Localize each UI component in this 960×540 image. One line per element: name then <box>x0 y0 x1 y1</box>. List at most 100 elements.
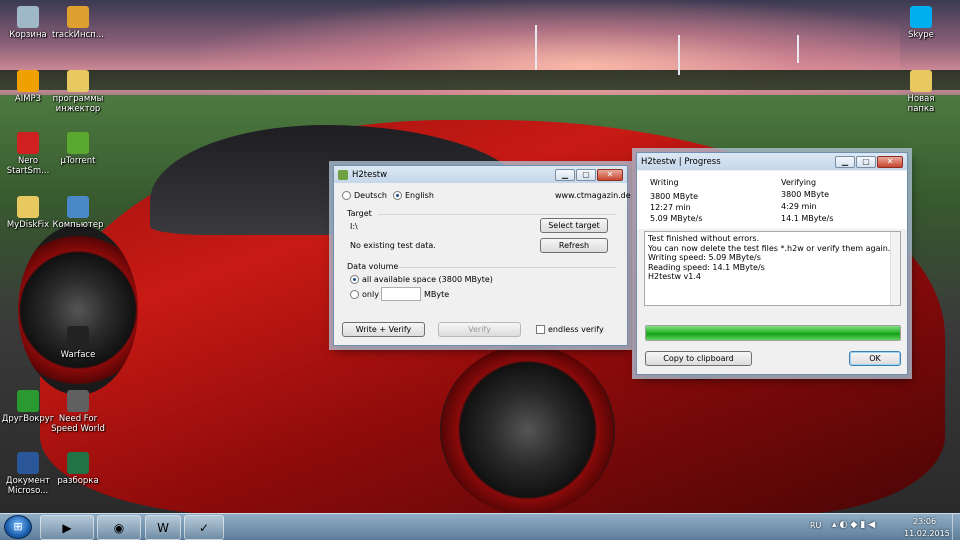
folder-icon <box>910 70 932 92</box>
desktop-icon-label: AIMP3 <box>14 94 42 104</box>
only-mbyte-input[interactable] <box>381 287 421 301</box>
nero-icon <box>17 132 39 154</box>
skype-icon <box>910 6 932 28</box>
chrome-icon: ◉ <box>113 521 125 535</box>
clock-date[interactable]: 11.02.2015 <box>904 529 950 540</box>
word-doc-icon <box>17 452 39 474</box>
folder-icon <box>17 196 39 218</box>
wallpaper-car-rear-wheel <box>18 225 138 395</box>
lang-english-radio[interactable] <box>393 191 402 200</box>
computer-icon <box>67 196 89 218</box>
writing-size: 3800 MByte <box>650 192 699 201</box>
tray-app-icon[interactable]: ◐ <box>840 520 851 530</box>
writing-time: 12:27 min <box>650 203 691 212</box>
desktop-icon[interactable]: MyDiskFix <box>0 196 56 230</box>
minimize-button[interactable]: ▁ <box>835 155 855 168</box>
desktop-icon[interactable]: Корзина <box>0 6 56 40</box>
lang-english-label[interactable]: English <box>405 191 434 200</box>
maximize-button[interactable]: ▢ <box>576 168 596 181</box>
endless-verify-checkbox[interactable] <box>536 325 545 334</box>
desktop-icon[interactable]: AIMP3 <box>0 70 56 104</box>
h2testw-window: H2testw ▁ ▢ ✕ Deutsch English www.ctmaga… <box>333 165 631 346</box>
taskbar-app-word[interactable]: W <box>145 515 181 540</box>
shortcut-icon <box>67 6 89 28</box>
only-radio[interactable] <box>350 290 359 299</box>
log-line: H2testw v1.4 <box>648 272 702 282</box>
taskbar-app-media-player[interactable]: ▶ <box>40 515 94 540</box>
all-space-label[interactable]: all available space (3800 MByte) <box>362 275 493 284</box>
site-link[interactable]: www.ctmagazin.de <box>555 191 631 200</box>
only-label[interactable]: only <box>362 290 379 299</box>
progress-window: H2testw | Progress ▁ ▢ ✕ Writing 3800 MB… <box>636 152 908 375</box>
taskbar: ⊞ ▶ ◉ W ✓ RU ▴◐◆▮◀ 23:06 11.02.2015 <box>0 513 960 540</box>
tray-app-icon[interactable]: ◆ <box>850 520 860 530</box>
all-space-radio[interactable] <box>350 275 359 284</box>
taskbar-app-h2testw[interactable]: ✓ <box>184 515 224 540</box>
verifying-size: 3800 MByte <box>781 190 830 199</box>
verifying-label: Verifying <box>781 178 817 187</box>
desktop-icon[interactable]: Nero StartSm... <box>0 132 56 176</box>
log-scrollbar[interactable] <box>890 232 900 305</box>
desktop-icon[interactable]: Warface <box>50 326 106 360</box>
close-button[interactable]: ✕ <box>597 168 623 181</box>
desktop-icon-label: Документ Microso... <box>5 476 51 496</box>
desktop-icon[interactable]: Новая папка <box>893 70 949 114</box>
start-button[interactable]: ⊞ <box>4 515 32 539</box>
refresh-button[interactable]: Refresh <box>540 238 608 253</box>
wind-turbine <box>678 35 680 75</box>
desktop-icon-label: Новая папка <box>907 94 935 114</box>
progress-title: H2testw | Progress <box>641 156 721 167</box>
verify-button[interactable]: Verify <box>438 322 521 337</box>
desktop-icon-label: Корзина <box>9 30 47 40</box>
wind-turbine <box>535 25 537 70</box>
h2testw-app-icon <box>338 169 348 180</box>
result-log[interactable]: Test finished without errors. You can now… <box>644 231 901 306</box>
desktop-icon[interactable]: trackИнсп... <box>50 6 106 40</box>
maximize-button[interactable]: ▢ <box>856 155 876 168</box>
desktop-icon-label: разборка <box>57 476 99 486</box>
ok-button[interactable]: OK <box>849 351 901 366</box>
write-verify-button[interactable]: Write + Verify <box>342 322 425 337</box>
desktop-icon[interactable]: разборка <box>50 452 106 486</box>
lang-deutsch-label[interactable]: Deutsch <box>354 191 387 200</box>
desktop-icon-label: Компьютер <box>52 220 104 230</box>
desktop-icon-label: trackИнсп... <box>52 30 104 40</box>
data-volume-group-label: Data volume <box>347 262 399 271</box>
select-target-button[interactable]: Select target <box>540 218 608 233</box>
taskbar-app-chrome[interactable]: ◉ <box>97 515 141 540</box>
desktop-icon[interactable]: Need For Speed World <box>50 390 106 434</box>
tray-icons: ▴◐◆▮◀ <box>832 520 878 540</box>
close-button[interactable]: ✕ <box>877 155 903 168</box>
progress-bar-fill <box>646 326 900 340</box>
log-line: Test finished without errors. <box>648 234 760 243</box>
desktop-icon[interactable]: Документ Microso... <box>0 452 56 496</box>
h2testw-titlebar[interactable]: H2testw ▁ ▢ ✕ <box>334 166 627 183</box>
wallpaper-treeline <box>0 70 960 90</box>
lang-deutsch-radio[interactable] <box>342 191 351 200</box>
desktop-icon[interactable]: Компьютер <box>50 196 106 230</box>
desktop-icon-label: Need For Speed World <box>51 414 105 434</box>
desktop-icon-label: MyDiskFix <box>6 220 50 230</box>
volume-icon[interactable]: ◀ <box>868 520 878 530</box>
warface-icon <box>67 326 89 348</box>
media-player-icon: ▶ <box>62 521 72 535</box>
desktop-icon[interactable]: Skype <box>893 6 949 40</box>
desktop-icon[interactable]: ДругВокруг <box>0 390 56 424</box>
target-group-divider <box>378 214 616 215</box>
target-path: I:\ <box>350 222 358 231</box>
aimp-icon <box>17 70 39 92</box>
drugvokrug-icon <box>17 390 39 412</box>
show-desktop-button[interactable] <box>952 514 960 540</box>
tray-expand-icon[interactable]: ▴ <box>832 520 840 530</box>
endless-verify-label[interactable]: endless verify <box>548 325 604 334</box>
tray-language[interactable]: RU <box>810 521 821 540</box>
desktop-icon-label: программы инжектор <box>52 94 104 114</box>
desktop-icon[interactable]: программы инжектор <box>50 70 106 114</box>
progress-titlebar[interactable]: H2testw | Progress ▁ ▢ ✕ <box>637 153 907 170</box>
desktop-icon-label: Skype <box>908 30 934 40</box>
minimize-button[interactable]: ▁ <box>555 168 575 181</box>
desktop-icon[interactable]: µTorrent <box>50 132 106 166</box>
folder-icon <box>67 70 89 92</box>
copy-to-clipboard-button[interactable]: Copy to clipboard <box>645 351 752 366</box>
h2testw-icon: ✓ <box>198 521 210 535</box>
